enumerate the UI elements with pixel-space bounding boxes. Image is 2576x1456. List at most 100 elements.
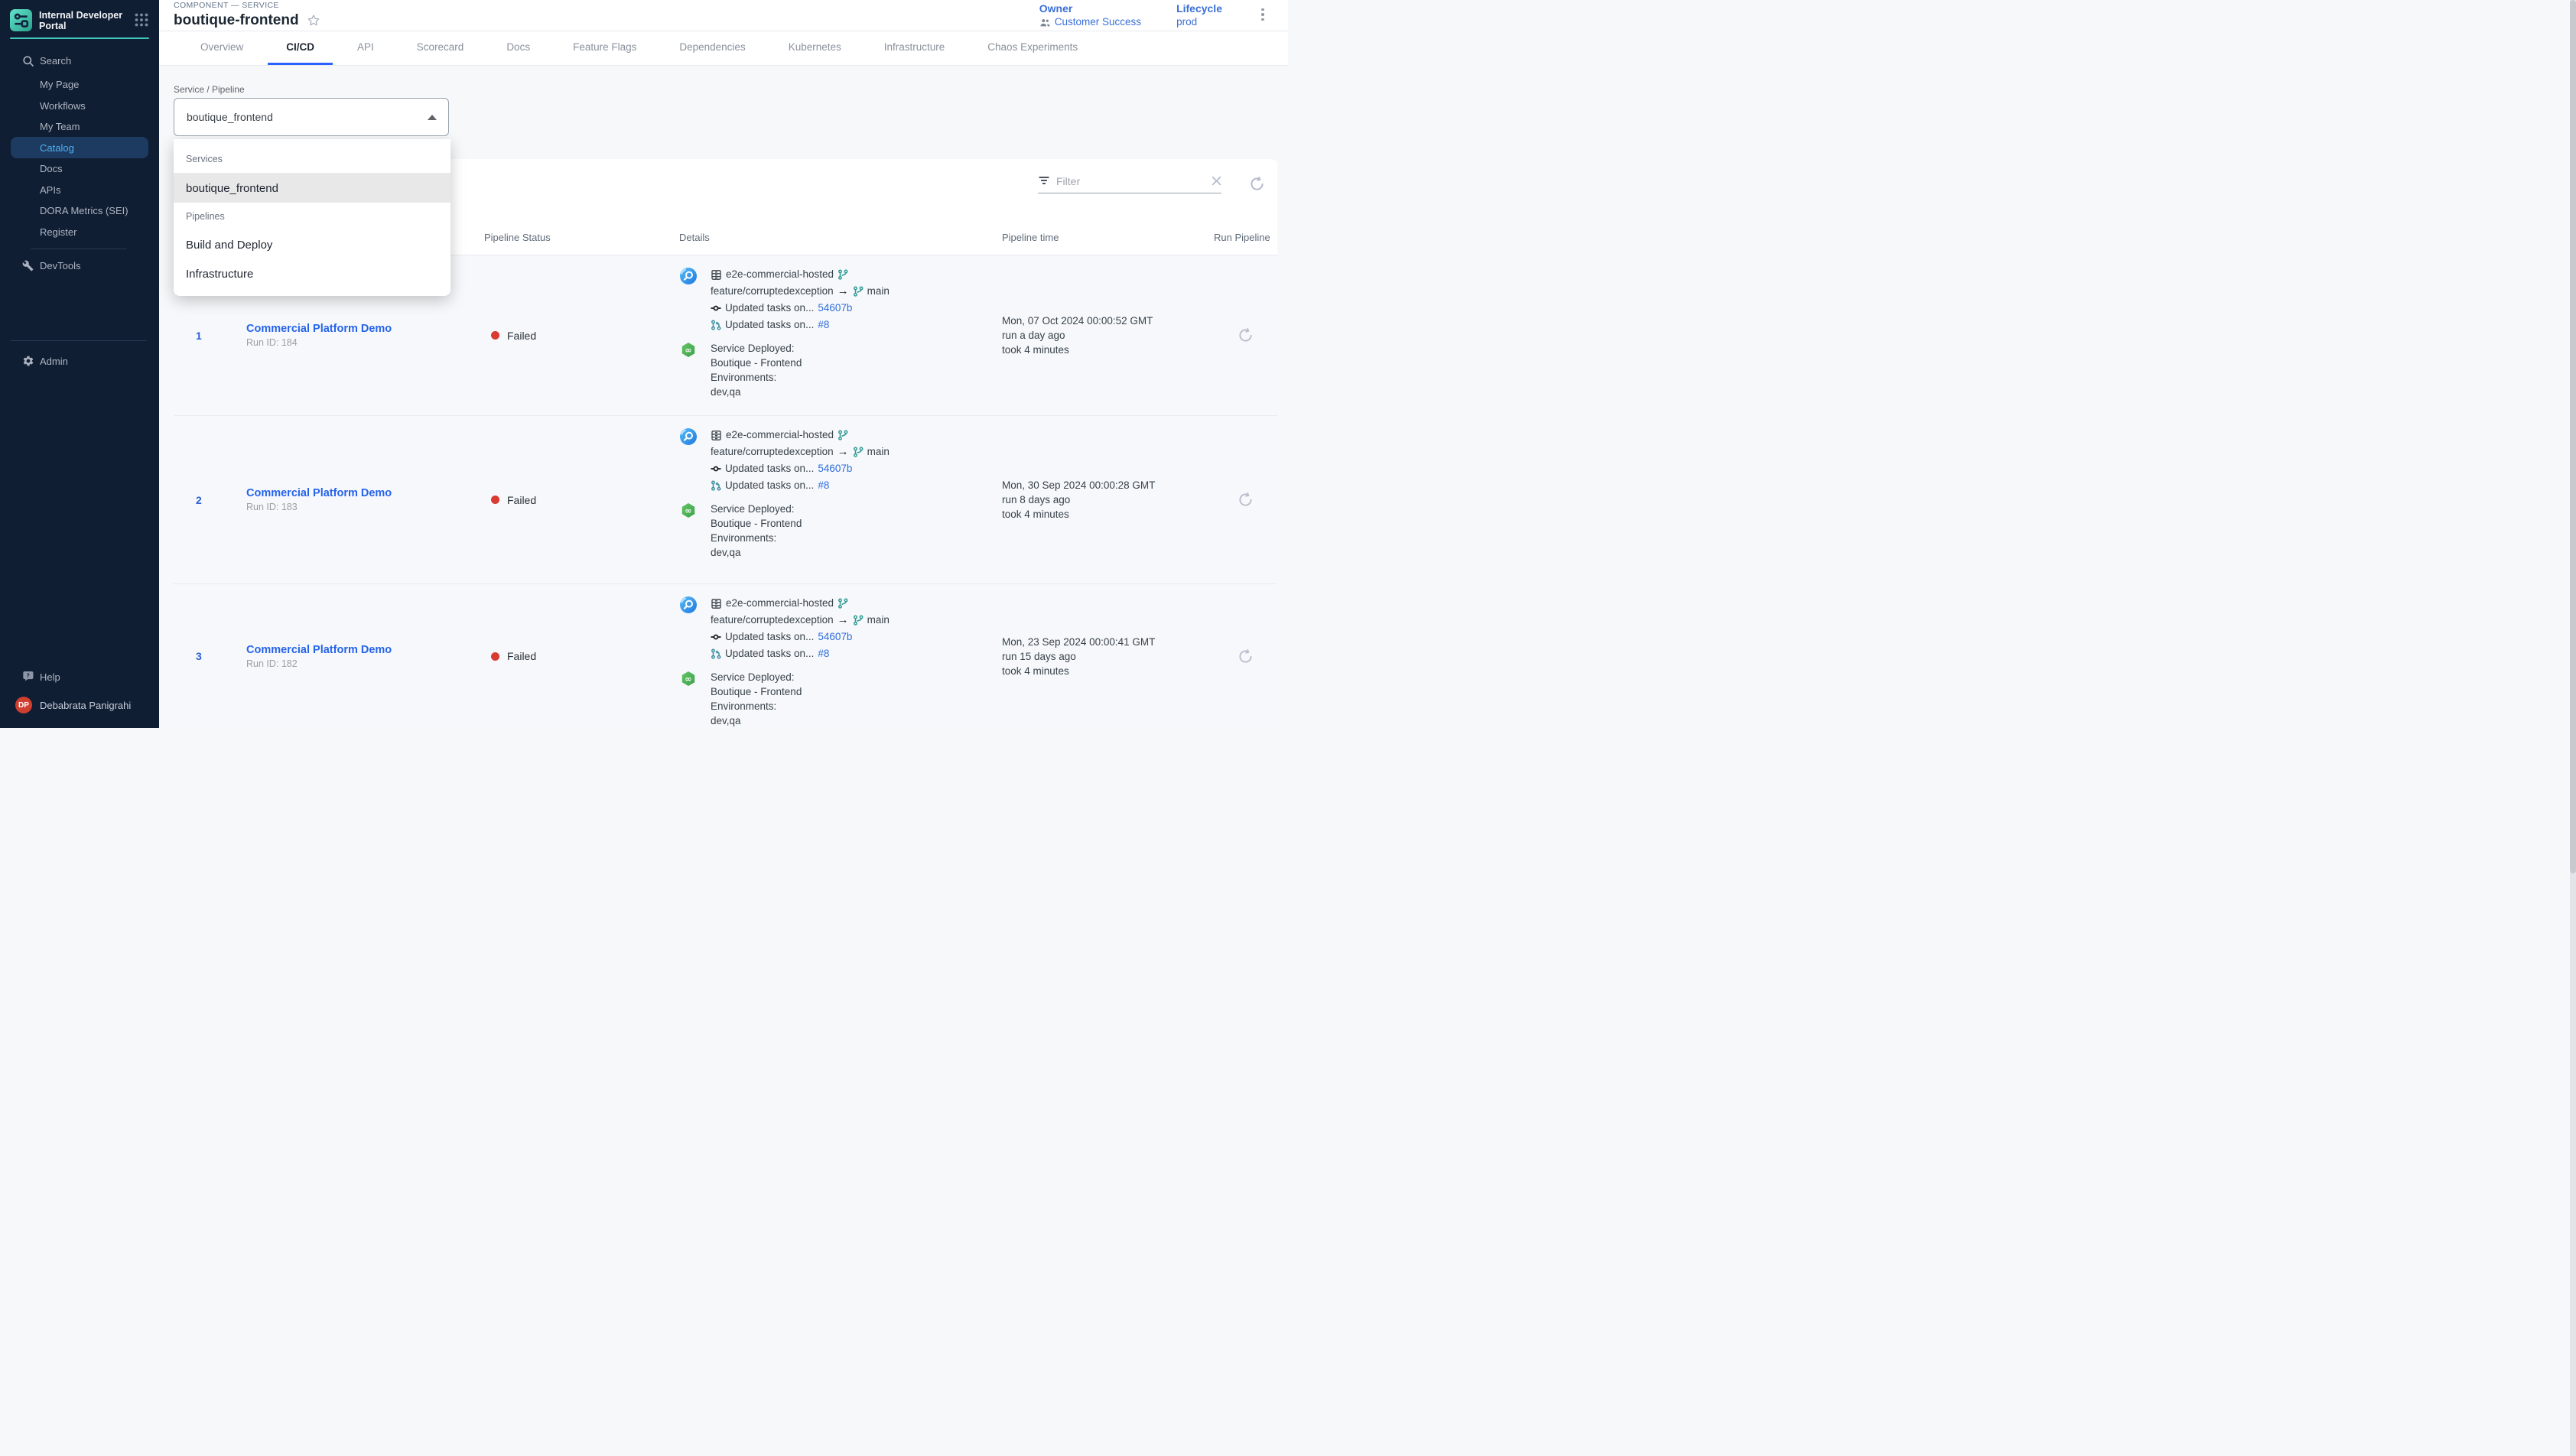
sidebar-item-admin[interactable]: Admin: [11, 350, 148, 372]
people-icon: [1039, 16, 1051, 28]
pipeline-name-link[interactable]: Commercial Platform Demo: [246, 323, 484, 335]
tab-api[interactable]: API: [339, 31, 392, 65]
sidebar-item-label: My Team: [40, 121, 80, 132]
run-timestamp: Mon, 07 Oct 2024 00:00:52 GMT: [1002, 314, 1214, 328]
pipeline-name-link[interactable]: Commercial Platform Demo: [246, 644, 484, 656]
owner-link[interactable]: Customer Success: [1039, 16, 1141, 28]
tab-infrastructure[interactable]: Infrastructure: [866, 31, 964, 65]
filter-input[interactable]: [1056, 175, 1205, 187]
more-options-icon[interactable]: [1257, 8, 1268, 21]
sidebar-item-catalog[interactable]: Catalog: [11, 137, 148, 158]
main-area: COMPONENT — SERVICE boutique-frontend Ow…: [159, 0, 1288, 728]
favorite-star-icon[interactable]: [307, 14, 320, 28]
table-row: 2 Commercial Platform Demo Run ID: 183 F…: [174, 415, 1277, 583]
owner-label: Owner: [1039, 2, 1141, 15]
git-branch-icon: [853, 612, 864, 629]
sidebar-item-devtools[interactable]: DevTools: [11, 255, 148, 277]
tab-feature-flags[interactable]: Feature Flags: [555, 31, 655, 65]
run-duration: took 4 minutes: [1002, 507, 1214, 522]
app-logo-icon: [10, 9, 32, 31]
sidebar: Internal Developer Portal Search My Page…: [0, 0, 159, 728]
sidebar-item-label: APIs: [40, 184, 60, 196]
rerun-pipeline-icon[interactable]: [1238, 327, 1254, 343]
tab-kubernetes[interactable]: Kubernetes: [770, 31, 860, 65]
sidebar-item-help[interactable]: Help: [11, 667, 148, 688]
rerun-pipeline-icon[interactable]: [1238, 492, 1254, 508]
dropdown-option-infrastructure[interactable]: Infrastructure: [174, 259, 450, 288]
sidebar-item-label: My Page: [40, 79, 79, 90]
filter-box: [1038, 174, 1221, 193]
commit-link[interactable]: 54607b: [818, 300, 852, 317]
branch-from: feature/corruptedexception: [711, 612, 834, 629]
clear-filter-icon[interactable]: [1212, 176, 1221, 186]
repo-name: e2e-commercial-hosted: [726, 266, 834, 283]
entity-tabs: Overview CI/CD API Scorecard Docs Featur…: [159, 31, 1288, 66]
run-timestamp: Mon, 30 Sep 2024 00:00:28 GMT: [1002, 478, 1214, 492]
status-failed-dot: [491, 331, 499, 340]
page-scrollbar[interactable]: [2570, 0, 2576, 1456]
page-title: boutique-frontend: [174, 12, 299, 29]
run-id: Run ID: 182: [246, 658, 484, 669]
wrench-icon: [21, 259, 34, 272]
scrollbar-thumb[interactable]: [2570, 0, 2576, 873]
service-pipeline-select[interactable]: boutique_frontend: [174, 98, 449, 136]
arrow-right-icon: →: [838, 283, 849, 300]
arrow-right-icon: →: [838, 612, 849, 629]
status-failed-dot: [491, 652, 499, 661]
commit-link[interactable]: 54607b: [818, 460, 852, 477]
dropdown-option-boutique-frontend[interactable]: boutique_frontend: [174, 174, 450, 203]
table-row: 3 Commercial Platform Demo Run ID: 182 F…: [174, 583, 1277, 728]
col-pipeline-time: Pipeline time: [1002, 232, 1214, 244]
apps-grid-icon[interactable]: [133, 11, 150, 28]
sidebar-item-label: Catalog: [40, 142, 74, 154]
deploy-service: Boutique - Frontend: [711, 684, 802, 699]
environments-value: dev,qa: [711, 545, 802, 560]
tab-dependencies[interactable]: Dependencies: [661, 31, 763, 65]
sidebar-item-docs[interactable]: Docs: [11, 158, 148, 180]
sidebar-item-my-page[interactable]: My Page: [11, 74, 148, 96]
tab-cicd[interactable]: CI/CD: [268, 31, 333, 65]
ci-stage-icon: [679, 427, 698, 494]
run-number[interactable]: 2: [196, 494, 202, 506]
pull-request-icon: [711, 317, 721, 333]
tab-docs[interactable]: Docs: [488, 31, 548, 65]
pr-link[interactable]: #8: [818, 477, 829, 494]
sidebar-header: Internal Developer Portal: [0, 0, 159, 32]
deploy-service: Boutique - Frontend: [711, 516, 802, 531]
run-number[interactable]: 3: [196, 650, 202, 662]
pipeline-name-link[interactable]: Commercial Platform Demo: [246, 487, 484, 499]
tab-scorecard[interactable]: Scorecard: [398, 31, 483, 65]
pr-message: Updated tasks on...: [725, 645, 814, 662]
sidebar-divider: [11, 340, 147, 341]
rerun-pipeline-icon[interactable]: [1238, 648, 1254, 665]
tab-overview[interactable]: Overview: [182, 31, 262, 65]
sidebar-item-label: Register: [40, 226, 76, 238]
repository-icon: [711, 595, 722, 612]
user-menu[interactable]: DP Debabrata Panigrahi: [11, 697, 148, 713]
sidebar-item-apis[interactable]: APIs: [11, 179, 148, 200]
dropdown-group-pipelines: Pipelines: [174, 203, 450, 230]
repo-name: e2e-commercial-hosted: [726, 427, 834, 444]
sidebar-item-my-team[interactable]: My Team: [11, 116, 148, 138]
git-branch-icon: [838, 427, 848, 444]
commit-link[interactable]: 54607b: [818, 629, 852, 645]
tab-chaos-experiments[interactable]: Chaos Experiments: [969, 31, 1096, 65]
pr-link[interactable]: #8: [818, 317, 829, 333]
run-duration: took 4 minutes: [1002, 343, 1214, 357]
avatar: DP: [15, 697, 32, 713]
dropdown-option-build-and-deploy[interactable]: Build and Deploy: [174, 230, 450, 259]
deploy-label: Service Deployed:: [711, 502, 802, 516]
git-branch-icon: [838, 266, 848, 283]
sidebar-item-register[interactable]: Register: [11, 221, 148, 242]
environments-label: Environments:: [711, 531, 802, 545]
pr-message: Updated tasks on...: [725, 317, 814, 333]
pr-link[interactable]: #8: [818, 645, 829, 662]
sidebar-search[interactable]: Search: [11, 50, 148, 72]
cd-stage-icon: [679, 670, 698, 728]
run-number[interactable]: 1: [196, 330, 202, 342]
commit-message: Updated tasks on...: [725, 460, 814, 477]
refresh-icon[interactable]: [1249, 176, 1265, 192]
sidebar-item-workflows[interactable]: Workflows: [11, 95, 148, 116]
status-text: Failed: [507, 650, 536, 662]
sidebar-item-dora-metrics[interactable]: DORA Metrics (SEI): [11, 200, 148, 222]
